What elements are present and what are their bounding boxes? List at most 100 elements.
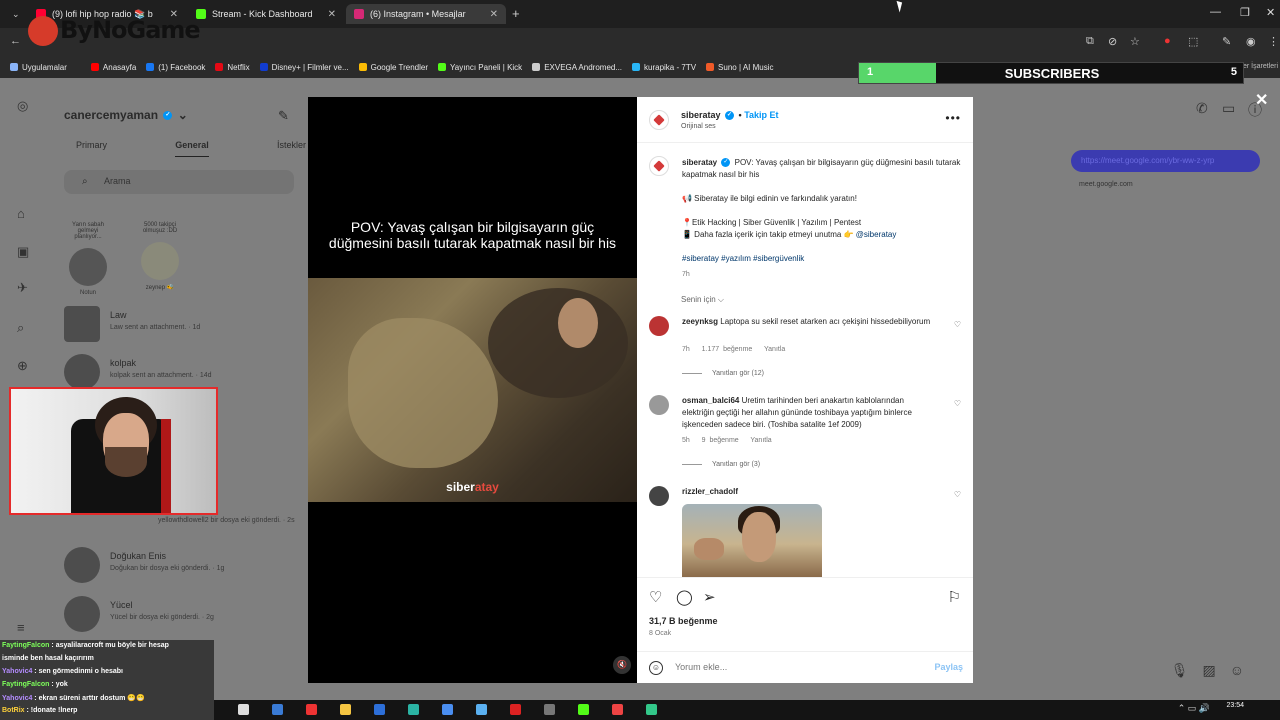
tab-kick-dashboard[interactable]: Stream - Kick Dashboard ✕ [188,4,344,24]
heart-icon[interactable]: ♡ [954,320,961,329]
avatar[interactable] [649,316,669,336]
bookmark-facebook[interactable]: (1) Facebook [146,63,205,72]
bookmark-netflix[interactable]: Netflix [215,63,250,72]
taskbar-app-icon[interactable] [340,704,351,715]
message-bubble[interactable]: https://meet.google.com/ybr-ww-z-yrp [1071,150,1260,172]
bookmark-disney[interactable]: Disney+ | Filmler ve... [259,63,349,72]
reply-button[interactable]: Yanıtla [750,437,771,444]
share-icon[interactable]: ➢ [703,588,716,606]
comment-image[interactable] [682,504,822,577]
install-icon[interactable]: ⧉ [1086,35,1094,48]
extension-icon[interactable]: ● [1164,35,1171,47]
video-call-icon[interactable]: ▭ [1222,100,1235,117]
maximize-icon[interactable]: ❐ [1240,6,1250,19]
hashtags[interactable]: #siberatay #yazılım #sibergüvenlik [682,253,962,265]
like-icon[interactable]: ♡ [649,588,662,606]
author-avatar[interactable] [649,110,669,130]
note-zeynep[interactable]: 5000 takipçi olmuşuz :DD zeynep 🐝 [138,222,182,291]
conversation-law[interactable]: Law Law sent an attachment. · 1d [64,306,304,342]
start-icon[interactable] [238,704,249,715]
author-avatar[interactable] [649,156,669,176]
taskbar-clock[interactable]: 23:54 [1226,702,1244,709]
reels-icon[interactable]: ▣ [17,244,31,259]
minimize-icon[interactable]: — [1210,6,1221,18]
more-options-icon[interactable]: ••• [945,111,961,125]
heart-icon[interactable]: ♡ [954,399,961,408]
caption-author[interactable]: siberatay [682,158,717,167]
taskbar-app-icon[interactable] [374,704,385,715]
avatar[interactable] [649,486,669,506]
close-modal-icon[interactable]: ✕ [1255,90,1268,110]
bookmark-kick-panel[interactable]: Yayıncı Paneli | Kick [438,63,522,72]
mention-link[interactable]: @siberatay [856,230,897,239]
profile-icon[interactable]: ◉ [1246,35,1256,48]
conversation-kolpak[interactable]: kolpak kolpak sent an attachment. · 14d [64,354,304,390]
taskbar-app-icon[interactable] [442,704,453,715]
comment-user[interactable]: rizzler_chadolf [682,487,738,496]
reply-button[interactable]: Yanıtla [764,346,785,353]
note-self[interactable]: Yarın sabah gelmeyi planlıyor... Notun [66,222,110,296]
close-icon[interactable]: ✕ [328,9,336,20]
taskbar-app-icon[interactable] [578,704,589,715]
taskbar-app-icon[interactable] [476,704,487,715]
comment-icon[interactable]: ◯ [676,588,693,606]
taskbar-app-icon[interactable] [612,704,623,715]
taskbar-app-icon[interactable] [646,704,657,715]
menu-icon[interactable]: ⋮ [1268,35,1279,48]
system-tray-icons[interactable]: ⌃ ▭ 🔊 [1178,703,1210,714]
more-menu-icon[interactable]: ≡ [17,620,31,635]
post-comment-button[interactable]: Paylaş [934,662,963,672]
instagram-logo-icon[interactable]: ◎ [17,98,31,113]
messages-icon[interactable]: ✈ [17,280,31,295]
bookmark-suno[interactable]: Suno | AI Music [706,63,773,72]
bookmark-google-trends[interactable]: Google Trendler [358,63,428,72]
audio-label[interactable]: Orijinal ses [681,123,716,130]
microphone-icon[interactable]: 🎙 [1171,662,1189,679]
comment-user[interactable]: zeeynksg [682,317,718,326]
comment-sort-dropdown[interactable]: Senin için ⌵ [681,295,724,305]
tab-general[interactable]: General [175,140,209,157]
explore-icon[interactable]: ⊕ [17,358,31,373]
inbox-username[interactable]: canercemyaman ✓ ⌄ [64,108,188,122]
comment-user[interactable]: osman_balci64 [682,396,739,405]
view-replies[interactable]: Yanıtları gör (12) [682,370,764,377]
heart-icon[interactable]: ♡ [954,490,961,499]
save-icon[interactable]: ⚐ [948,588,961,606]
extensions-puzzle-icon[interactable]: ⬚ [1188,35,1198,48]
image-icon[interactable]: ▨ [1202,662,1215,679]
avatar[interactable] [649,395,669,415]
back-icon[interactable]: ← [10,35,21,47]
conversation-yucel[interactable]: Yücel Yücel bir dosya eki gönderdi. · 2g [64,596,304,632]
close-icon[interactable]: ✕ [490,9,498,20]
bookmark-apps[interactable]: Uygulamalar [10,63,67,72]
tab-primary[interactable]: Primary [76,140,107,157]
comment-likes[interactable]: 1.177 beğenme [702,346,753,353]
tab-requests[interactable]: İstekler [277,140,306,157]
taskbar-app-icon[interactable] [408,704,419,715]
conversation-dogukan[interactable]: Doğukan Enis Doğukan bir dosya eki gönde… [64,547,304,583]
eye-off-icon[interactable]: ⊘ [1108,35,1117,48]
bookmark-anasayfa[interactable]: Anasayfa [90,63,136,72]
like-count[interactable]: 31,7 B beğenme [649,616,718,626]
view-replies[interactable]: Yanıtları gör (3) [682,461,760,468]
home-icon[interactable]: ⌂ [17,206,31,221]
close-window-icon[interactable]: ✕ [1266,6,1275,19]
inbox-search-input[interactable]: Arama [64,170,294,194]
mute-icon[interactable]: 🔇 [613,656,631,674]
bookmark-exvega[interactable]: EXVEGA Andromed... [532,63,622,72]
taskbar-app-icon[interactable] [510,704,521,715]
compose-icon[interactable]: ✎ [278,108,289,124]
comment-input[interactable]: Yorum ekle... [675,662,727,672]
star-icon[interactable]: ☆ [1130,35,1140,48]
edit-icon[interactable]: ✎ [1222,35,1231,48]
new-tab-icon[interactable]: + [512,6,520,21]
comment-likes[interactable]: 9 beğenme [702,437,739,444]
taskbar-app-icon[interactable] [544,704,555,715]
sticker-icon[interactable]: ☺ [1230,662,1244,679]
taskbar-app-icon[interactable] [306,704,317,715]
reel-video[interactable]: POV: Yavaş çalışan bir bilgisayarın güç … [308,97,637,683]
bookmark-7tv[interactable]: kurapika - 7TV [632,63,696,72]
follow-button[interactable]: Takip Et [744,110,778,120]
emoji-icon[interactable]: ☺ [649,661,663,675]
tab-instagram[interactable]: (6) Instagram • Mesajlar ✕ [346,4,506,24]
